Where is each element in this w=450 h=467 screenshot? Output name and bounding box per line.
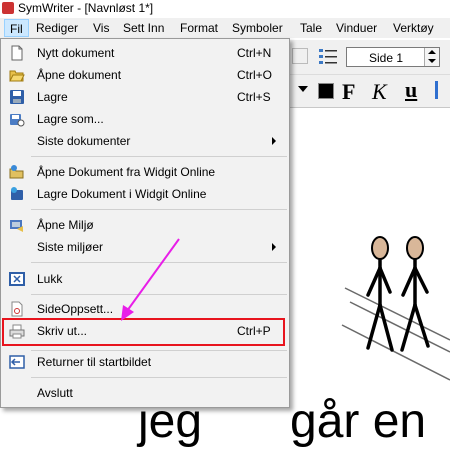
page-spinner[interactable] (424, 48, 439, 66)
menu-symboler[interactable]: Symboler (232, 21, 283, 35)
symwriter-app-icon (2, 2, 14, 14)
menu-item-label: Avslutt (37, 386, 73, 400)
submenu-arrow-icon (272, 137, 276, 145)
save-disk-icon (10, 90, 24, 104)
color-swatch[interactable] (318, 83, 334, 99)
page-setup-icon (11, 301, 23, 317)
document-word-gar-en: går en (290, 395, 427, 448)
annotation-arrow-icon (121, 238, 180, 321)
menu-item-label: Returner til startbildet (37, 355, 152, 369)
spin-up-icon[interactable] (428, 50, 436, 54)
file-menu-dropdown: Nytt dokument Ctrl+N Åpne dokument Ctrl+… (0, 38, 290, 408)
close-window-icon (9, 272, 25, 286)
toolbar-top: Side 1 (290, 40, 450, 75)
menu-separator (31, 377, 287, 378)
menu-item-label: Nytt dokument (37, 46, 115, 60)
menu-item-label: Åpne dokument (37, 68, 122, 82)
menu-item-return-start[interactable]: Returner til startbildet (2, 351, 288, 373)
window-title: SymWriter - [Navnløst 1*] (18, 1, 154, 15)
menu-item-shortcut: Ctrl+N (237, 46, 272, 60)
undo-icon[interactable] (292, 48, 308, 64)
new-document-icon (11, 45, 23, 61)
page-select[interactable]: Side 1 (346, 47, 440, 67)
menu-separator (31, 209, 287, 210)
menu-item-label: SideOppsett... (37, 302, 114, 316)
open-folder-icon (9, 70, 25, 82)
open-online-icon (9, 165, 24, 179)
list-icon[interactable] (318, 47, 338, 67)
walking-people-symbol-icon (341, 236, 450, 381)
menu-item-new-document[interactable]: Nytt dokument Ctrl+N (2, 42, 288, 64)
font-dropdown-arrow-icon[interactable] (298, 86, 308, 92)
save-online-icon (11, 187, 23, 200)
menu-item-label: Lukk (37, 272, 63, 286)
menu-item-label: Siste dokumenter (37, 134, 131, 148)
italic-button[interactable]: K (372, 79, 387, 105)
save-as-icon (10, 114, 25, 127)
menu-sett-inn[interactable]: Sett Inn (123, 21, 164, 35)
menu-vis[interactable]: Vis (93, 21, 109, 35)
menu-item-recent-documents[interactable]: Siste dokumenter (2, 130, 288, 152)
menu-item-open-online[interactable]: Åpne Dokument fra Widgit Online (2, 161, 288, 183)
menu-item-label: Lagre (37, 90, 68, 104)
menu-item-save[interactable]: Lagre Ctrl+S (2, 86, 288, 108)
page-select-value: Side 1 (369, 51, 404, 65)
menu-item-label: Lagre Dokument i Widgit Online (37, 187, 207, 201)
menu-item-label: Åpne Dokument fra Widgit Online (37, 165, 216, 179)
menu-item-label: Siste miljøer (37, 240, 104, 254)
menu-item-save-as[interactable]: Lagre som... (2, 108, 288, 130)
return-start-icon (9, 355, 25, 369)
menu-rediger[interactable]: Rediger (36, 21, 78, 35)
menu-vinduer[interactable]: Vinduer (336, 21, 377, 35)
open-environment-icon (10, 220, 23, 232)
menu-item-save-online[interactable]: Lagre Dokument i Widgit Online (2, 183, 288, 205)
menu-separator (31, 156, 287, 157)
menu-fil[interactable]: Fil (4, 19, 29, 37)
menu-verktoy[interactable]: Verktøy (393, 21, 434, 35)
menu-item-shortcut: Ctrl+O (237, 68, 273, 82)
toolbar-format: F K u (290, 75, 450, 108)
menu-item-open-environment[interactable]: Åpne Miljø (2, 214, 288, 236)
menu-bar: Fil Rediger Vis Sett Inn Format Symboler… (0, 18, 450, 38)
spin-down-icon[interactable] (428, 59, 436, 63)
menu-item-label: Lagre som... (37, 112, 104, 126)
menu-format[interactable]: Format (180, 21, 218, 35)
menu-item-open-document[interactable]: Åpne dokument Ctrl+O (2, 64, 288, 86)
title-bar: SymWriter - [Navnløst 1*] (0, 0, 450, 18)
align-icon[interactable] (435, 81, 438, 99)
menu-tale[interactable]: Tale (300, 21, 322, 35)
menu-item-exit[interactable]: Avslutt (2, 382, 288, 404)
menu-item-label: Åpne Miljø (37, 218, 94, 232)
submenu-arrow-icon (272, 243, 276, 251)
underline-button[interactable]: u (405, 77, 417, 103)
bold-button[interactable]: F (342, 79, 355, 105)
menu-item-shortcut: Ctrl+S (237, 90, 271, 104)
